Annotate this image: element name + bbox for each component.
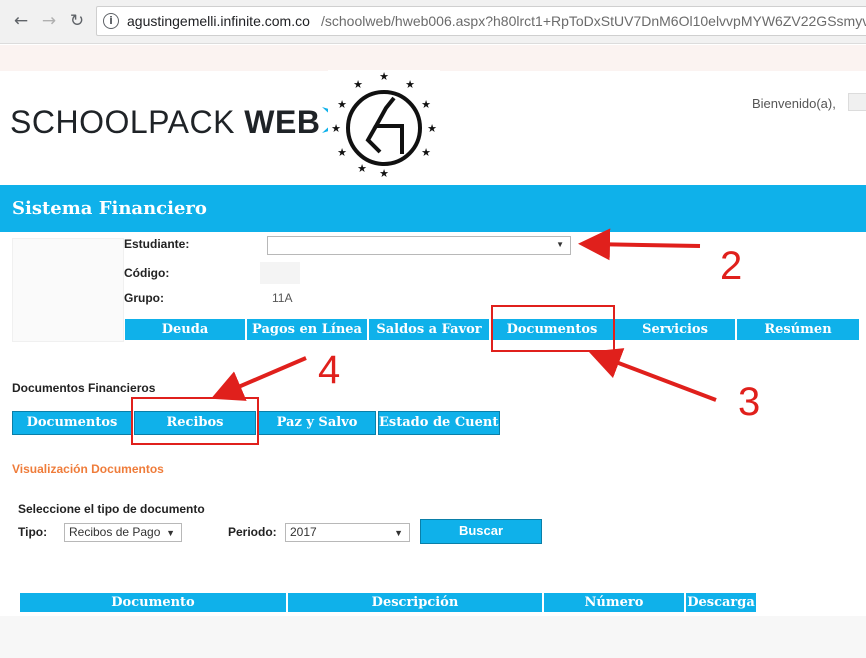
visualizacion-heading: Visualización Documentos bbox=[12, 462, 164, 476]
svg-text:★: ★ bbox=[405, 78, 415, 91]
url-host: agustingemelli.infinite.com.co bbox=[127, 13, 310, 29]
annotation-number-3: 3 bbox=[738, 380, 761, 424]
column-header-descripcion: Descripción bbox=[288, 593, 544, 612]
username-box bbox=[848, 93, 866, 111]
student-photo bbox=[12, 238, 124, 342]
periodo-select[interactable]: 2017 ▼ bbox=[285, 523, 410, 542]
tab-documentos[interactable]: Documentos bbox=[490, 318, 614, 341]
subtab-recibos[interactable]: Recibos bbox=[134, 411, 256, 435]
select-prompt: Seleccione el tipo de documento bbox=[18, 502, 205, 516]
svg-text:★: ★ bbox=[421, 146, 431, 159]
url-path: /schoolweb/hweb006.aspx?h80lrct1+RpToDxS… bbox=[321, 13, 866, 29]
chevron-down-icon: ▼ bbox=[166, 528, 175, 538]
arrow-to-documentos-tab bbox=[588, 348, 717, 402]
svg-text:★: ★ bbox=[331, 122, 341, 135]
svg-text:★: ★ bbox=[357, 162, 367, 175]
codigo-value bbox=[260, 262, 300, 284]
tipo-label: Tipo: bbox=[18, 525, 48, 539]
column-header-numero: Número bbox=[544, 593, 686, 612]
svg-text:★: ★ bbox=[353, 78, 363, 91]
page-title: Sistema Financiero bbox=[12, 198, 207, 219]
svg-text:★: ★ bbox=[337, 146, 347, 159]
chevron-down-icon: ▼ bbox=[394, 528, 403, 538]
periodo-label: Periodo: bbox=[228, 525, 277, 539]
welcome-text: Bienvenido(a), bbox=[752, 96, 836, 111]
tab-servicios[interactable]: Servicios bbox=[614, 318, 736, 341]
tab-resumen[interactable]: Resúmen bbox=[736, 318, 860, 341]
annotation-number-4: 4 bbox=[318, 348, 341, 392]
tab-deuda[interactable]: Deuda bbox=[124, 318, 246, 341]
periodo-value: 2017 bbox=[290, 525, 317, 539]
tab-pagos-en-linea[interactable]: Pagos en Línea bbox=[246, 318, 368, 341]
schoolpack-logo: SCHOOLPACK WEB bbox=[10, 104, 367, 141]
svg-text:★: ★ bbox=[379, 70, 389, 83]
annotation-number-2: 2 bbox=[720, 244, 743, 288]
arrow-right-icon[interactable]: → bbox=[38, 10, 60, 32]
subtab-estado-de-cuenta[interactable]: Estado de Cuenta bbox=[378, 411, 500, 435]
codigo-label: Código: bbox=[124, 266, 170, 280]
chevron-down-icon: ▼ bbox=[556, 240, 564, 249]
reload-icon[interactable]: ↻ bbox=[66, 10, 88, 32]
school-emblem: ★ ★ ★ ★ ★ ★ ★ ★ ★ ★ ★ bbox=[328, 70, 440, 180]
arrow-to-student-select bbox=[578, 228, 701, 261]
column-header-documento: Documento bbox=[20, 593, 288, 612]
subtab-documentos[interactable]: Documentos bbox=[12, 411, 132, 435]
tipo-value: Recibos de Pago bbox=[69, 525, 161, 539]
subtab-paz-y-salvo[interactable]: Paz y Salvo bbox=[258, 411, 376, 435]
column-header-descarga: Descarga bbox=[686, 593, 756, 612]
grupo-label: Grupo: bbox=[124, 291, 164, 305]
arrow-to-recibos-tab bbox=[210, 356, 307, 401]
svg-text:★: ★ bbox=[337, 98, 347, 111]
address-bar[interactable]: i agustingemelli.infinite.com.co /school… bbox=[96, 6, 866, 36]
svg-text:★: ★ bbox=[421, 98, 431, 111]
documentos-financieros-heading: Documentos Financieros bbox=[12, 381, 156, 395]
tipo-select[interactable]: Recibos de Pago ▼ bbox=[64, 523, 182, 542]
page-top-strip bbox=[0, 45, 866, 71]
estudiante-label: Estudiante: bbox=[124, 237, 190, 251]
info-icon[interactable]: i bbox=[103, 13, 119, 29]
page-bottom-strip bbox=[0, 616, 866, 658]
buscar-button[interactable]: Buscar bbox=[420, 519, 542, 544]
svg-text:★: ★ bbox=[379, 167, 389, 178]
section-banner: Sistema Financiero bbox=[0, 185, 866, 232]
arrow-left-icon[interactable]: ← bbox=[10, 10, 32, 32]
svg-text:★: ★ bbox=[427, 122, 437, 135]
grupo-value: 11A bbox=[272, 291, 293, 305]
student-select[interactable]: ▼ bbox=[267, 236, 571, 255]
tab-saldos-a-favor[interactable]: Saldos a Favor bbox=[368, 318, 490, 341]
browser-toolbar: ← → ↻ i agustingemelli.infinite.com.co /… bbox=[0, 0, 866, 44]
